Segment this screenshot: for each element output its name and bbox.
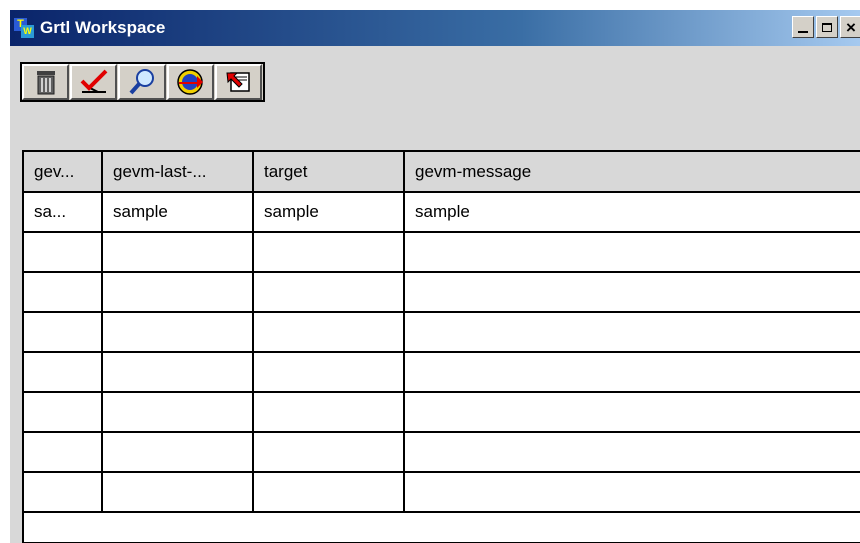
- app-icon: TW: [14, 18, 34, 38]
- table-cell[interactable]: [403, 431, 860, 473]
- table-cell[interactable]: [252, 311, 405, 353]
- refresh-button[interactable]: [166, 64, 214, 100]
- minimize-button[interactable]: [792, 16, 814, 38]
- table-cell[interactable]: [24, 311, 103, 353]
- table-cell[interactable]: [403, 351, 860, 393]
- table-row[interactable]: [24, 231, 860, 273]
- table-cell[interactable]: [403, 391, 860, 433]
- table-cell[interactable]: [101, 391, 254, 433]
- table-cell[interactable]: [403, 271, 860, 313]
- table-cell[interactable]: [101, 471, 254, 513]
- table-cell[interactable]: sa...: [24, 191, 103, 233]
- table-cell[interactable]: [24, 231, 103, 273]
- table-cell[interactable]: [24, 391, 103, 433]
- table-row[interactable]: [24, 431, 860, 473]
- column-header-gevm-last[interactable]: gevm-last-...: [101, 152, 254, 193]
- table-row[interactable]: [24, 311, 860, 353]
- table-cell[interactable]: [252, 351, 405, 393]
- checkmark-icon: [80, 69, 108, 93]
- table-cell[interactable]: [403, 471, 860, 513]
- grtl-workspace-window: TW Grtl Workspace × gev... gevm-last-...…: [8, 8, 860, 543]
- table-row[interactable]: [24, 271, 860, 313]
- close-icon: ×: [846, 17, 856, 37]
- table-cell[interactable]: [252, 471, 405, 513]
- exit-arrow-icon: [226, 72, 251, 92]
- close-button[interactable]: ×: [840, 16, 860, 38]
- column-header-gevm-message[interactable]: gevm-message: [403, 152, 860, 193]
- table-cell[interactable]: [101, 431, 254, 473]
- minimize-icon: [798, 31, 808, 33]
- table-cell[interactable]: [252, 231, 405, 273]
- trash-icon: [36, 71, 55, 95]
- table-row[interactable]: sa... sample sample sample: [24, 191, 860, 233]
- delete-button[interactable]: [22, 64, 70, 100]
- table-cell[interactable]: [101, 311, 254, 353]
- table-cell[interactable]: [24, 471, 103, 513]
- table-cell[interactable]: [24, 431, 103, 473]
- column-header-gev[interactable]: gev...: [24, 152, 103, 193]
- window-controls: ×: [792, 16, 860, 38]
- table-cell[interactable]: [403, 311, 860, 353]
- maximize-icon: [822, 22, 832, 32]
- table-cell[interactable]: [252, 391, 405, 433]
- table-cell[interactable]: [403, 231, 860, 273]
- table-row[interactable]: [24, 471, 860, 513]
- magnifier-icon: [129, 69, 154, 95]
- search-button[interactable]: [118, 64, 166, 100]
- table-row[interactable]: [24, 391, 860, 433]
- title-bar[interactable]: TW Grtl Workspace ×: [10, 10, 860, 46]
- workspace-table: gev... gevm-last-... target gevm-message…: [22, 150, 860, 543]
- table-cell[interactable]: sample: [252, 191, 405, 233]
- table-cell[interactable]: [101, 271, 254, 313]
- toolbar: [20, 62, 265, 102]
- table-cell[interactable]: sample: [403, 191, 860, 233]
- table-cell[interactable]: [101, 351, 254, 393]
- table-cell[interactable]: [101, 231, 254, 273]
- table-row[interactable]: [24, 351, 860, 393]
- window-title: Grtl Workspace: [40, 18, 166, 37]
- column-header-target[interactable]: target: [252, 152, 405, 193]
- table-cell[interactable]: sample: [101, 191, 254, 233]
- maximize-button[interactable]: [816, 16, 838, 38]
- check-edit-button[interactable]: [70, 64, 118, 100]
- table-header-row: gev... gevm-last-... target gevm-message: [24, 152, 860, 193]
- table-cell[interactable]: [252, 271, 405, 313]
- table-cell[interactable]: [24, 271, 103, 313]
- circle-arrow-icon: [177, 69, 204, 95]
- exit-button[interactable]: [214, 64, 263, 100]
- table-cell[interactable]: [252, 431, 405, 473]
- table-cell[interactable]: [24, 351, 103, 393]
